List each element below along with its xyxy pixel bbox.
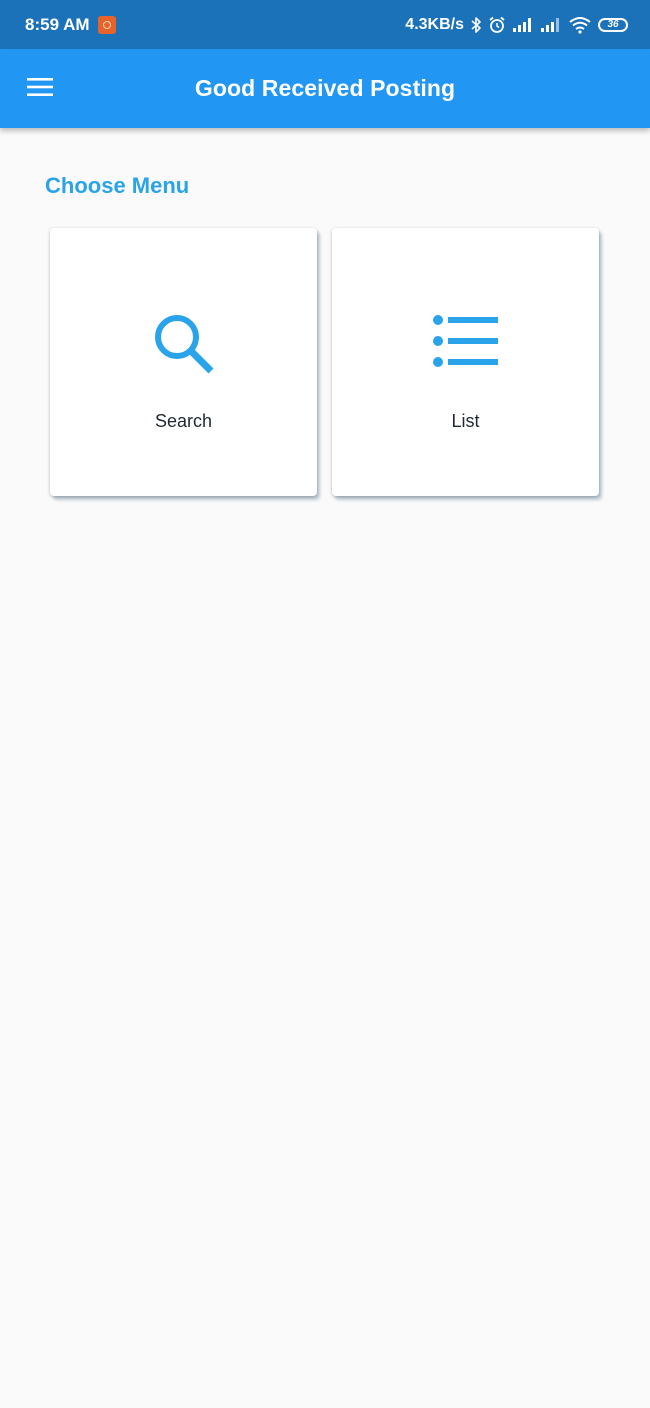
list-menu-label: List xyxy=(451,411,480,431)
wifi-icon xyxy=(568,16,592,34)
status-right: 4.3KB/s 36 xyxy=(405,16,628,34)
battery-icon: 36 xyxy=(598,17,628,32)
list-menu-card[interactable]: List xyxy=(332,228,599,496)
bluetooth-icon xyxy=(470,16,482,34)
search-menu-label: Search xyxy=(154,411,213,431)
search-icon xyxy=(50,312,317,376)
list-icon xyxy=(332,312,599,368)
status-time: 8:59 AM xyxy=(25,14,90,34)
app-notification-icon xyxy=(97,15,116,34)
app-bar: Good Received Posting xyxy=(0,49,650,128)
status-bar: 8:59 AM 4.3KB/s 36 xyxy=(0,0,650,49)
network-speed: 4.3KB/s xyxy=(405,15,464,33)
search-menu-card[interactable]: Search xyxy=(50,228,317,496)
signal-icon-sim1 xyxy=(512,17,534,33)
page-title: Good Received Posting xyxy=(194,75,456,101)
alarm-icon xyxy=(488,16,506,34)
battery-level: 36 xyxy=(598,17,628,32)
signal-icon-sim2 xyxy=(540,17,562,33)
status-left: 8:59 AM xyxy=(25,15,116,35)
section-title: Choose Menu xyxy=(45,173,190,198)
